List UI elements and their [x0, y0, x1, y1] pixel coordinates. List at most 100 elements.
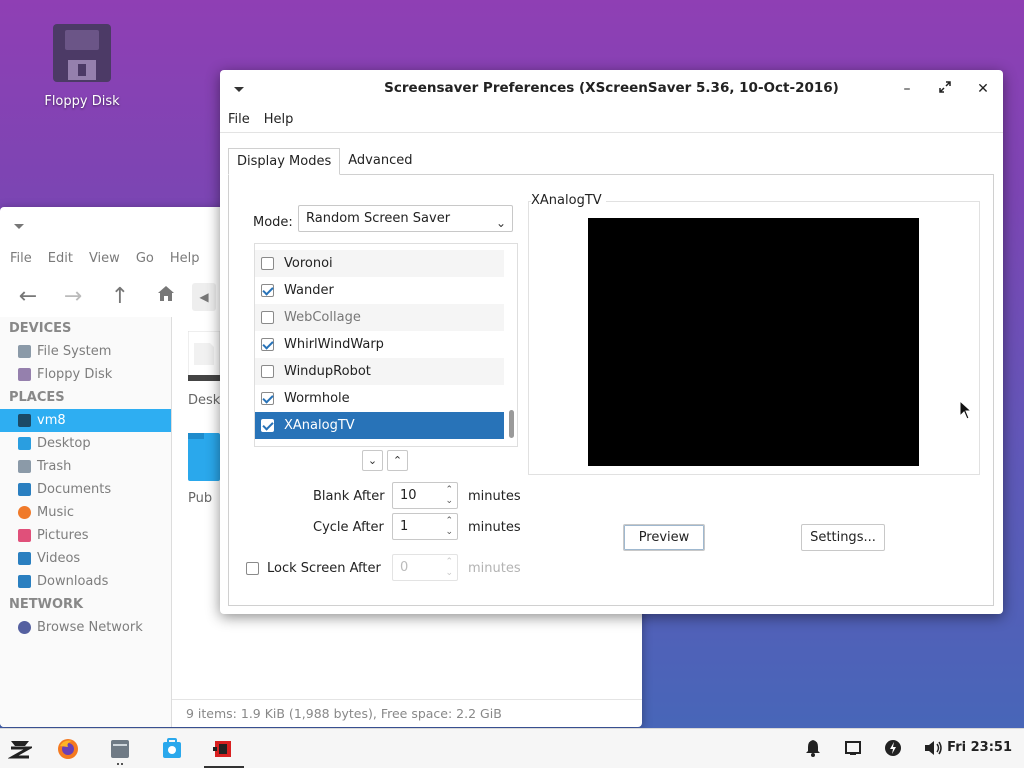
sidebar-places-header: PLACES — [9, 390, 65, 405]
firefox-icon[interactable] — [56, 737, 80, 761]
list-item[interactable]: WebCollage — [255, 304, 504, 331]
volume-icon[interactable] — [922, 737, 946, 761]
notifications-bell-icon[interactable] — [802, 737, 826, 761]
checkbox[interactable] — [261, 365, 274, 378]
checkbox[interactable] — [261, 311, 274, 324]
cycle-after-stepper[interactable]: 1 ⌃ ⌄ — [392, 513, 458, 540]
sidebar-item-desktop[interactable]: Desktop — [0, 432, 171, 455]
pictures-icon — [18, 529, 31, 542]
sidebar-item-label: Documents — [37, 482, 112, 497]
list-item-label: WhirlWindWarp — [284, 337, 384, 352]
decrement-icon[interactable]: ⌄ — [445, 496, 453, 506]
decrement-icon[interactable]: ⌄ — [445, 568, 453, 578]
window-menu-icon[interactable] — [14, 224, 24, 229]
checkbox[interactable] — [261, 338, 274, 351]
list-item[interactable]: Voronoi — [255, 250, 504, 277]
forward-arrow-icon[interactable]: → — [59, 283, 87, 311]
tab-display-modes[interactable]: Display Modes — [228, 148, 341, 175]
taskbar: Fri 23:51 — [0, 728, 1024, 768]
sidebar-item-pictures[interactable]: Pictures — [0, 524, 171, 547]
sidebar-item-label: Trash — [37, 459, 72, 474]
menubar-divider — [220, 132, 1003, 133]
display-modes-panel: Mode: Random Screen Saver ⌄ Voronoi Wand… — [228, 174, 994, 606]
files-icon[interactable] — [108, 737, 132, 761]
sidebar-item-downloads[interactable]: Downloads — [0, 570, 171, 593]
list-item-selected[interactable]: XAnalogTV — [255, 412, 504, 439]
path-left-icon[interactable]: ◀ — [192, 283, 216, 311]
tab-advanced[interactable]: Advanced — [340, 148, 420, 175]
preview-title: XAnalogTV — [531, 193, 606, 208]
sidebar-item-music[interactable]: Music — [0, 501, 171, 524]
settings-button[interactable]: Settings... — [801, 524, 885, 551]
menu-file[interactable]: File — [228, 112, 250, 127]
clock[interactable]: Fri 23:51 — [947, 740, 1012, 755]
lock-after-stepper[interactable]: 0 ⌃ ⌄ — [392, 554, 458, 581]
display-icon[interactable] — [842, 737, 866, 761]
menu-go[interactable]: Go — [136, 251, 154, 266]
blank-after-stepper[interactable]: 10 ⌃ ⌄ — [392, 482, 458, 509]
menu-edit[interactable]: Edit — [48, 251, 73, 266]
zorin-menu-icon[interactable] — [7, 737, 35, 761]
close-icon[interactable]: ✕ — [974, 80, 992, 98]
sidebar-item-label: Browse Network — [37, 620, 143, 635]
increment-icon[interactable]: ⌃ — [445, 516, 453, 526]
next-down-button[interactable]: ⌄ — [362, 450, 383, 471]
menu-file[interactable]: File — [10, 251, 32, 266]
cycle-after-label: Cycle After — [313, 520, 384, 535]
floppy-disk-icon — [53, 24, 111, 82]
power-icon[interactable] — [882, 737, 906, 761]
preview-button[interactable]: Preview — [623, 524, 705, 551]
sidebar-item-trash[interactable]: Trash — [0, 455, 171, 478]
folder-icon — [188, 433, 220, 481]
sidebar-item-documents[interactable]: Documents — [0, 478, 171, 501]
checkbox[interactable] — [261, 392, 274, 405]
lock-screen-checkbox[interactable] — [246, 562, 259, 575]
home-icon[interactable] — [152, 283, 180, 311]
sidebar-item-file-system[interactable]: File System — [0, 340, 171, 363]
blank-after-label: Blank After — [313, 489, 385, 504]
network-icon — [18, 621, 31, 634]
document-icon — [187, 330, 221, 381]
tab-bar: Display Modes Advanced — [228, 148, 420, 175]
list-item[interactable]: Wander — [255, 277, 504, 304]
list-item[interactable]: Wormhole — [255, 385, 504, 412]
lock-screen-label: Lock Screen After — [267, 561, 381, 576]
mode-dropdown[interactable]: Random Screen Saver ⌄ — [298, 205, 513, 232]
sidebar-item-floppy[interactable]: Floppy Disk — [0, 363, 171, 386]
list-item-label: XAnalogTV — [284, 418, 355, 433]
increment-icon[interactable]: ⌃ — [445, 557, 453, 567]
sidebar-item-videos[interactable]: Videos — [0, 547, 171, 570]
checkbox[interactable] — [261, 419, 274, 432]
software-store-icon[interactable] — [160, 737, 184, 761]
sidebar-item-vm8[interactable]: vm8 — [0, 409, 171, 432]
minimize-icon[interactable]: – — [898, 80, 916, 98]
list-item-label: WebCollage — [284, 310, 361, 325]
up-arrow-icon[interactable]: ↑ — [106, 283, 134, 311]
list-scrollbar[interactable] — [509, 410, 514, 438]
downloads-icon — [18, 575, 31, 588]
menu-help[interactable]: Help — [264, 112, 294, 127]
prev-up-button[interactable]: ⌃ — [387, 450, 408, 471]
list-item[interactable]: WhirlWindWarp — [255, 331, 504, 358]
list-item[interactable]: WindupRobot — [255, 358, 504, 385]
drive-icon — [18, 345, 31, 358]
blank-after-unit: minutes — [468, 489, 521, 504]
desktop-floppy-icon[interactable]: Floppy Disk — [34, 24, 130, 109]
mode-selected-value: Random Screen Saver — [306, 211, 451, 226]
list-item-label: WindupRobot — [284, 364, 371, 379]
sidebar-item-browse-network[interactable]: Browse Network — [0, 616, 171, 639]
maximize-icon[interactable] — [936, 80, 954, 98]
screensaver-list[interactable]: Voronoi Wander WebCollage WhirlWindWarp … — [254, 243, 518, 447]
screensaver-app-icon[interactable] — [211, 737, 235, 761]
menu-view[interactable]: View — [89, 251, 120, 266]
menu-help[interactable]: Help — [170, 251, 200, 266]
preview-screen — [588, 218, 919, 466]
sidebar-item-label: Pictures — [37, 528, 89, 543]
increment-icon[interactable]: ⌃ — [445, 485, 453, 495]
home-icon — [18, 414, 31, 427]
chevron-down-icon: ⌄ — [495, 216, 506, 230]
checkbox[interactable] — [261, 257, 274, 270]
back-arrow-icon[interactable]: ← — [14, 283, 42, 311]
checkbox[interactable] — [261, 284, 274, 297]
decrement-icon[interactable]: ⌄ — [445, 527, 453, 537]
